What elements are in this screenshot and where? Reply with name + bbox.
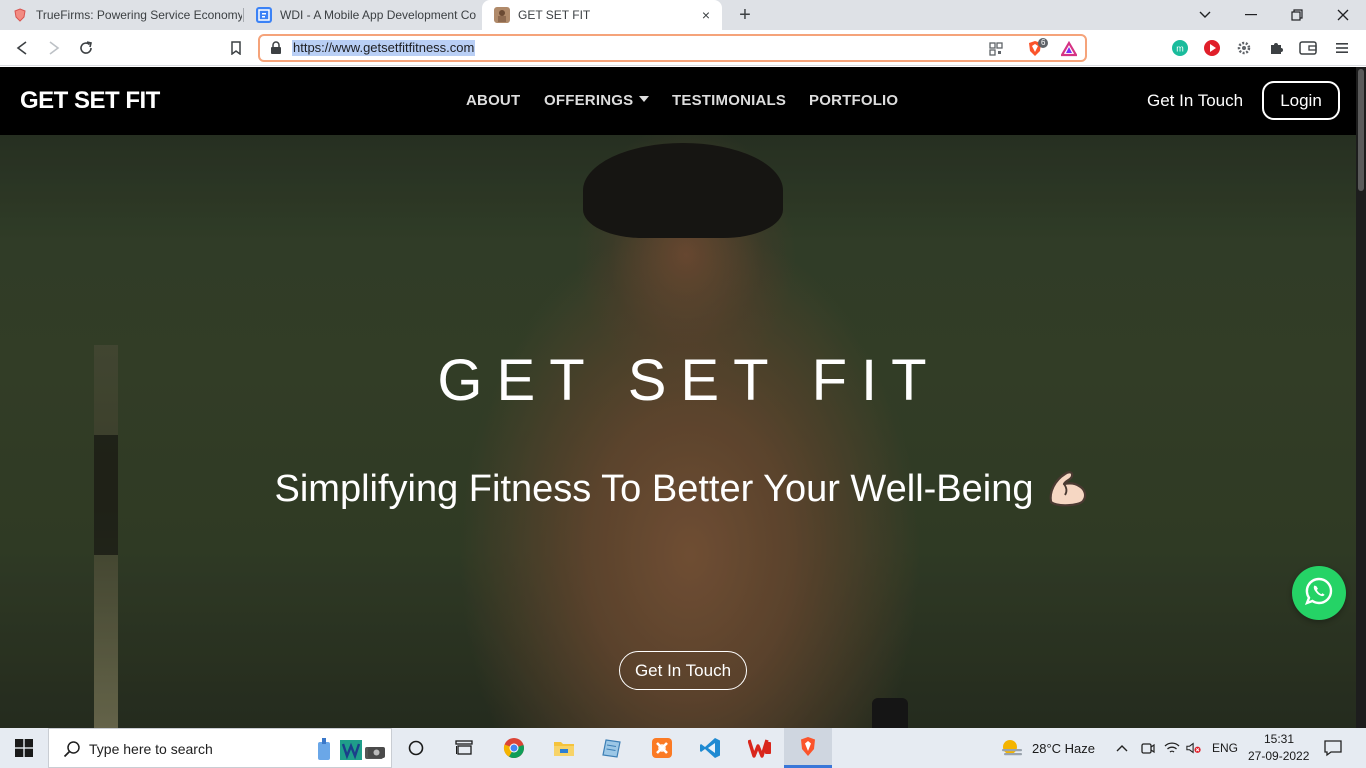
vscode-icon[interactable] bbox=[694, 732, 726, 764]
clock-time[interactable]: 15:31 bbox=[1264, 732, 1294, 746]
close-window-icon[interactable] bbox=[1320, 0, 1366, 30]
hero-subtitle: Simplifying Fitness To Better Your Well-… bbox=[274, 468, 1034, 510]
browser-toolbar: https://www.getsetfitfitness.com 6 m bbox=[0, 30, 1366, 66]
brave-rewards-icon[interactable] bbox=[1060, 40, 1078, 58]
lock-icon bbox=[270, 41, 284, 55]
extension-m-icon[interactable]: m bbox=[1170, 38, 1190, 58]
nav-get-in-touch-link[interactable]: Get In Touch bbox=[1147, 91, 1243, 111]
nav-testimonials-link[interactable]: TESTIMONIALS bbox=[672, 92, 786, 109]
tab-wdi[interactable]: WDI - A Mobile App Development Co bbox=[244, 0, 482, 30]
new-tab-button[interactable]: + bbox=[734, 4, 756, 26]
task-view-icon[interactable] bbox=[400, 732, 432, 764]
restore-window-icon[interactable] bbox=[1274, 0, 1320, 30]
search-icon bbox=[63, 740, 81, 758]
language-indicator[interactable]: ENG bbox=[1212, 741, 1238, 755]
tab-truefirms[interactable]: TrueFirms: Powering Service Economy bbox=[0, 0, 242, 30]
login-button[interactable]: Login bbox=[1262, 81, 1340, 120]
taskbar-search-placeholder: Type here to search bbox=[89, 741, 213, 757]
page-scrollbar-thumb[interactable] bbox=[1358, 69, 1364, 191]
tab-search-icon[interactable] bbox=[1182, 0, 1228, 30]
close-tab-icon[interactable]: × bbox=[698, 7, 714, 23]
widgets-icon[interactable] bbox=[448, 732, 480, 764]
getsetfit-favicon-icon bbox=[494, 7, 510, 23]
extensions-puzzle-icon[interactable] bbox=[1266, 38, 1286, 58]
wdi-favicon-icon bbox=[256, 7, 272, 23]
truefirms-favicon-icon bbox=[12, 7, 28, 23]
extension-gear-icon[interactable] bbox=[1234, 38, 1254, 58]
bookmark-icon[interactable] bbox=[224, 36, 248, 60]
chevron-up-icon[interactable] bbox=[1114, 740, 1130, 756]
hero-title: GET SET FIT bbox=[437, 348, 941, 413]
volume-muted-icon[interactable] bbox=[1186, 740, 1202, 756]
hero-overlay bbox=[0, 135, 1366, 728]
xampp-icon[interactable] bbox=[646, 732, 678, 764]
nav-offerings-dropdown[interactable]: OFFERINGS bbox=[544, 92, 650, 109]
wifi-icon[interactable] bbox=[1164, 740, 1180, 756]
flexed-biceps-icon bbox=[1045, 466, 1091, 508]
notifications-icon[interactable] bbox=[1324, 739, 1342, 757]
hero-subtitle-row: Simplifying Fitness To Better Your Well-… bbox=[0, 468, 1366, 512]
weather-haze-icon[interactable] bbox=[1000, 738, 1024, 758]
shield-count-badge: 6 bbox=[1038, 38, 1049, 48]
whatsapp-chat-button[interactable] bbox=[1292, 566, 1346, 620]
caret-down-icon bbox=[639, 96, 650, 103]
tab-getsetfit[interactable]: GET SET FIT × bbox=[482, 0, 722, 30]
tab-title: GET SET FIT bbox=[518, 8, 591, 22]
site-navbar: GET SET FIT ABOUT OFFERINGS TESTIMONIALS… bbox=[0, 67, 1366, 135]
wps-office-icon[interactable] bbox=[744, 732, 776, 764]
browser-menu-icon[interactable] bbox=[1332, 38, 1352, 58]
back-icon[interactable] bbox=[10, 36, 34, 60]
qr-code-icon[interactable] bbox=[987, 40, 1005, 58]
clock-date[interactable]: 27-09-2022 bbox=[1248, 749, 1309, 763]
url-text[interactable]: https://www.getsetfitfitness.com bbox=[292, 40, 476, 56]
web-page: GET SET FIT ABOUT OFFERINGS TESTIMONIALS… bbox=[0, 67, 1366, 728]
nav-offerings-label: OFFERINGS bbox=[544, 92, 634, 109]
search-highlights-illustration bbox=[316, 736, 386, 762]
notes-app-icon[interactable] bbox=[596, 732, 628, 764]
windows-start-icon[interactable] bbox=[0, 728, 48, 768]
whatsapp-icon bbox=[1303, 575, 1335, 612]
weather-text[interactable]: 28°C Haze bbox=[1032, 741, 1095, 756]
meet-now-icon[interactable] bbox=[1140, 740, 1156, 756]
address-bar[interactable]: https://www.getsetfitfitness.com 6 bbox=[258, 34, 1087, 62]
brave-taskbar-icon[interactable] bbox=[784, 728, 832, 768]
chrome-icon[interactable] bbox=[498, 732, 530, 764]
forward-icon[interactable] bbox=[42, 36, 66, 60]
file-explorer-icon[interactable] bbox=[548, 732, 580, 764]
site-logo[interactable]: GET SET FIT bbox=[20, 87, 160, 115]
extension-play-icon[interactable] bbox=[1202, 38, 1222, 58]
reload-icon[interactable] bbox=[74, 36, 98, 60]
nav-portfolio-link[interactable]: PORTFOLIO bbox=[809, 92, 898, 109]
minimize-window-icon[interactable] bbox=[1228, 0, 1274, 30]
windows-taskbar: Type here to search 28°C Haze ENG 15:31 … bbox=[0, 728, 1366, 768]
hero-section: GET SET FIT Simplifying Fitness To Bette… bbox=[0, 135, 1366, 728]
svg-text:m: m bbox=[1176, 44, 1184, 54]
tab-title: TrueFirms: Powering Service Economy bbox=[36, 8, 242, 22]
nav-about-link[interactable]: ABOUT bbox=[466, 92, 520, 109]
hero-get-in-touch-button[interactable]: Get In Touch bbox=[619, 651, 747, 690]
tab-title: WDI - A Mobile App Development Co bbox=[280, 8, 477, 22]
browser-tab-bar: TrueFirms: Powering Service Economy WDI … bbox=[0, 0, 1366, 30]
wallet-icon[interactable] bbox=[1298, 38, 1318, 58]
